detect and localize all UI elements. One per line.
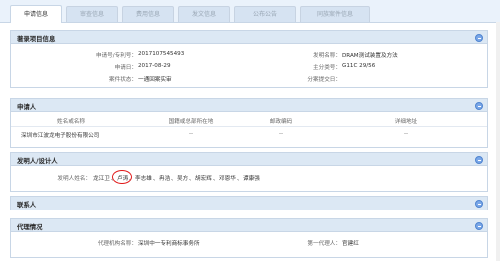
app-date-label: 申请日： <box>114 65 137 71</box>
tab-bar: 申请信息 审查信息 费用信息 发文信息 公布公告 同族案件信息 <box>0 0 500 23</box>
app-no-value: 2017107545493 <box>138 51 185 57</box>
inventor-separator: 、 <box>171 176 177 182</box>
scrollbar[interactable] <box>496 22 500 261</box>
tab-application-info[interactable]: 申请信息 <box>10 5 62 23</box>
collapse-icon[interactable] <box>475 33 483 42</box>
agency-panel: 代理情况 代理机构名称： 深圳中一专利商标事务所 第一代理人： 官建红 <box>10 218 488 258</box>
first-agent-value: 官建红 <box>342 241 359 247</box>
inventor-name: 胡宏辉 <box>195 176 212 182</box>
agency-name-value: 深圳中一专利商标事务所 <box>138 241 200 247</box>
first-agent-label: 第一代理人： <box>307 241 341 247</box>
column-header-address: 详细地址 <box>394 119 418 125</box>
agency-title: 代理情况 <box>17 223 43 231</box>
tab-examination-info[interactable]: 审查信息 <box>66 6 118 22</box>
inventor-row: 发明人姓名： 龙江卫 、 卢涛 、 李志雄 、 冉浩 、 吴方 、 胡宏辉 、 … <box>11 166 487 192</box>
applicant-panel: 申请人 姓名或名称 国籍或总部所在地 邮政编码 详细地址 深圳市江波龙电子股份有… <box>10 98 488 148</box>
status-label: 案件状态： <box>109 77 137 83</box>
tab-publication[interactable]: 公布公告 <box>234 6 296 22</box>
inventor-name: 邓恩华 <box>219 176 236 182</box>
inventor-separator: 、 <box>213 176 219 182</box>
column-header-postcode: 邮政编码 <box>269 119 293 125</box>
column-header-nationality: 国籍或总部所在地 <box>168 119 214 125</box>
agency-name-label: 代理机构名称： <box>97 241 137 247</box>
contact-title: 联系人 <box>17 201 37 209</box>
collapse-icon[interactable] <box>475 221 483 230</box>
status-value: 一通回案实审 <box>138 77 172 83</box>
collapse-icon[interactable] <box>475 101 483 110</box>
ipc-value: G11C 29/56 <box>342 63 376 69</box>
inventor-label: 发明人姓名： <box>57 176 91 182</box>
divisional-date-label: 分案提交日： <box>307 77 341 83</box>
inventor-name: 龙江卫 <box>93 176 110 182</box>
inventor-panel: 发明人/设计人 发明人姓名： 龙江卫 、 卢涛 、 李志雄 、 冉浩 、 吴方 … <box>10 152 488 192</box>
contact-header: 联系人 <box>11 197 487 210</box>
inventor-header: 发明人/设计人 <box>11 153 487 166</box>
inventor-name: 谭康强 <box>243 176 260 182</box>
biblio-title: 著录项目信息 <box>17 35 56 43</box>
inventor-separator: 、 <box>153 176 159 182</box>
applicant-header: 申请人 <box>11 99 487 112</box>
column-header-name: 姓名或名称 <box>57 119 85 125</box>
biblio-header: 著录项目信息 <box>11 31 487 44</box>
annotation-circle <box>112 170 132 184</box>
applicant-address-cell: -- <box>403 131 409 137</box>
tab-family-cases[interactable]: 同族案件信息 <box>300 6 370 22</box>
tab-fee-info[interactable]: 费用信息 <box>122 6 174 22</box>
inventor-separator: 、 <box>237 176 243 182</box>
ipc-label: 主分类号： <box>313 65 341 71</box>
inventor-name: 冉浩 <box>159 176 171 182</box>
applicant-name-cell: 深圳市江波龙电子股份有限公司 <box>21 133 100 139</box>
tab-notice-info[interactable]: 发文信息 <box>178 6 230 22</box>
biblio-panel: 著录项目信息 申请号/专利号： 2017107545493 发明名称： DRAM… <box>10 30 488 88</box>
invention-name-label: 发明名称： <box>313 53 341 59</box>
inventor-title: 发明人/设计人 <box>17 157 58 165</box>
app-date-value: 2017-08-29 <box>138 63 171 69</box>
inventor-name: 吴方 <box>177 176 189 182</box>
divider <box>11 126 487 127</box>
app-no-label: 申请号/专利号： <box>95 53 137 59</box>
agency-header: 代理情况 <box>11 219 487 232</box>
contact-panel: 联系人 <box>10 196 488 210</box>
collapse-icon[interactable] <box>475 199 483 208</box>
applicant-title: 申请人 <box>17 103 37 111</box>
invention-name-value: DRAM测试装置及方法 <box>342 53 398 59</box>
inventor-separator: 、 <box>189 176 195 182</box>
applicant-postcode-cell: -- <box>278 131 284 137</box>
collapse-icon[interactable] <box>475 155 483 164</box>
applicant-nationality-cell: -- <box>188 131 194 137</box>
inventor-name: 李志雄 <box>135 176 152 182</box>
